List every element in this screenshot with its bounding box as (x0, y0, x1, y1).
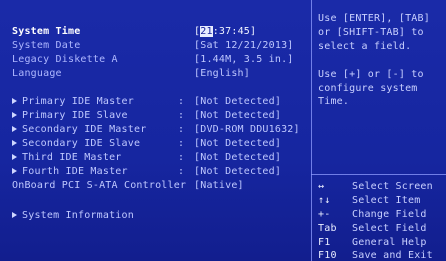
key-save-exit: F10 (318, 250, 337, 261)
help-text-line: or [SHIFT-TAB] to (318, 27, 424, 38)
help-text-line: select a field. (318, 41, 412, 52)
panel-divider (311, 0, 312, 261)
help-divider (311, 174, 446, 175)
ide-item-third-master[interactable]: Third IDE Master (12, 152, 122, 164)
system-date-value[interactable]: [Sat 12/21/2013] (194, 40, 294, 52)
ide-item-label: Secondary IDE Master (22, 124, 147, 135)
ide-item-label: Fourth IDE Master (22, 166, 128, 177)
ide-item-label: Secondary IDE Slave (22, 138, 141, 149)
submenu-arrow-icon (12, 98, 17, 104)
submenu-arrow-icon (12, 212, 17, 218)
help-text-line: Use [+] or [-] to (318, 69, 424, 80)
submenu-arrow-icon (12, 112, 17, 118)
ide-item-primary-slave[interactable]: Primary IDE Slave (12, 110, 128, 122)
ide-item-value: [Not Detected] (194, 138, 282, 149)
key-select-screen-label: Select Screen (352, 181, 433, 192)
onboard-sata-label[interactable]: OnBoard PCI S-ATA Controller (12, 180, 186, 192)
system-time-hour-field[interactable]: 21 (200, 26, 213, 37)
ide-item-value: [Not Detected] (194, 166, 282, 177)
ide-item-secondary-master[interactable]: Secondary IDE Master (12, 124, 146, 136)
key-change-field-icon: +- (318, 209, 331, 220)
system-information-label: System Information (22, 210, 134, 221)
colon-separator: : (178, 110, 185, 121)
system-time-rest: :37:45] (212, 26, 257, 37)
colon-separator: : (178, 138, 185, 149)
system-date-label[interactable]: System Date (12, 40, 80, 52)
colon-separator: : (178, 152, 185, 163)
system-time-value[interactable]: [21:37:45] (194, 26, 256, 38)
system-time-label[interactable]: System Time (12, 26, 80, 38)
key-change-field-label: Change Field (352, 209, 427, 220)
key-select-field-label: Select Field (352, 223, 427, 234)
ide-item-label: Primary IDE Slave (22, 110, 128, 121)
submenu-arrow-icon (12, 154, 17, 160)
ide-item-label: Third IDE Master (22, 152, 122, 163)
language-value[interactable]: [English] (194, 68, 250, 80)
ide-item-secondary-slave[interactable]: Secondary IDE Slave (12, 138, 140, 150)
ide-item-value: [Not Detected] (194, 152, 282, 163)
ide-item-value: [Not Detected] (194, 110, 282, 121)
ide-item-value: [DVD-ROM DDU1632] (194, 124, 300, 135)
key-select-screen-icon: ↔ (318, 181, 325, 192)
submenu-arrow-icon (12, 126, 17, 132)
colon-separator: : (178, 96, 185, 107)
colon-separator: : (178, 166, 185, 177)
key-general-help-label: General Help (352, 237, 427, 248)
help-text-line: Use [ENTER], [TAB] (318, 13, 430, 24)
key-general-help: F1 (318, 237, 331, 248)
submenu-arrow-icon (12, 140, 17, 146)
ide-item-label: Primary IDE Master (22, 96, 134, 107)
key-select-item-label: Select Item (352, 195, 421, 206)
ide-item-fourth-master[interactable]: Fourth IDE Master (12, 166, 128, 178)
legacy-diskette-value[interactable]: [1.44M, 3.5 in.] (194, 54, 294, 66)
submenu-arrow-icon (12, 168, 17, 174)
bios-main-screen: System Time [21:37:45] System Date [Sat … (0, 0, 446, 261)
key-select-item-icon: ↑↓ (318, 195, 331, 206)
key-select-field: Tab (318, 223, 337, 234)
help-text-line: configure system Time. (318, 83, 418, 107)
key-save-exit-label: Save and Exit (352, 250, 433, 261)
ide-item-value: [Not Detected] (194, 96, 282, 107)
system-information-item[interactable]: System Information (12, 210, 134, 222)
ide-item-primary-master[interactable]: Primary IDE Master (12, 96, 134, 108)
legacy-diskette-label[interactable]: Legacy Diskette A (12, 54, 118, 66)
onboard-sata-value[interactable]: [Native] (194, 180, 244, 192)
language-label[interactable]: Language (12, 68, 62, 80)
colon-separator: : (178, 124, 185, 135)
